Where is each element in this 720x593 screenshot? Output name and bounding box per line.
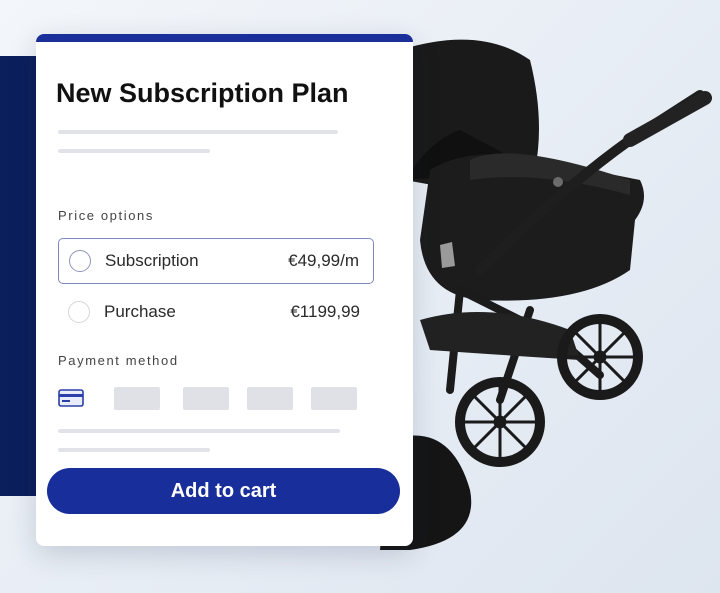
payment-methods [58, 386, 378, 410]
card-title: New Subscription Plan [56, 78, 349, 108]
payment-option[interactable] [114, 387, 160, 410]
option-purchase[interactable]: Purchase €1199,99 [58, 289, 374, 335]
radio-icon[interactable] [69, 250, 91, 272]
option-price: €1199,99 [290, 302, 360, 321]
navy-side-strip [0, 56, 36, 496]
option-label: Subscription [105, 251, 199, 270]
price-options-label: Price options [58, 208, 154, 223]
subscription-card: New Subscription Plan Price options Subs… [36, 34, 413, 546]
placeholder-line [58, 429, 340, 433]
payment-method-label: Payment method [58, 353, 179, 368]
placeholder-line [58, 149, 210, 153]
option-price: €49,99/m [288, 251, 359, 270]
card-accent-bar [36, 34, 413, 42]
placeholder-line [58, 130, 338, 134]
payment-option[interactable] [311, 387, 357, 410]
credit-card-icon[interactable] [58, 388, 84, 408]
placeholder-line [58, 448, 210, 452]
payment-option[interactable] [183, 387, 229, 410]
radio-icon[interactable] [68, 301, 90, 323]
option-subscription[interactable]: Subscription €49,99/m [58, 238, 374, 284]
option-label: Purchase [104, 302, 176, 321]
add-to-cart-button[interactable]: Add to cart [47, 468, 400, 514]
payment-option[interactable] [247, 387, 293, 410]
